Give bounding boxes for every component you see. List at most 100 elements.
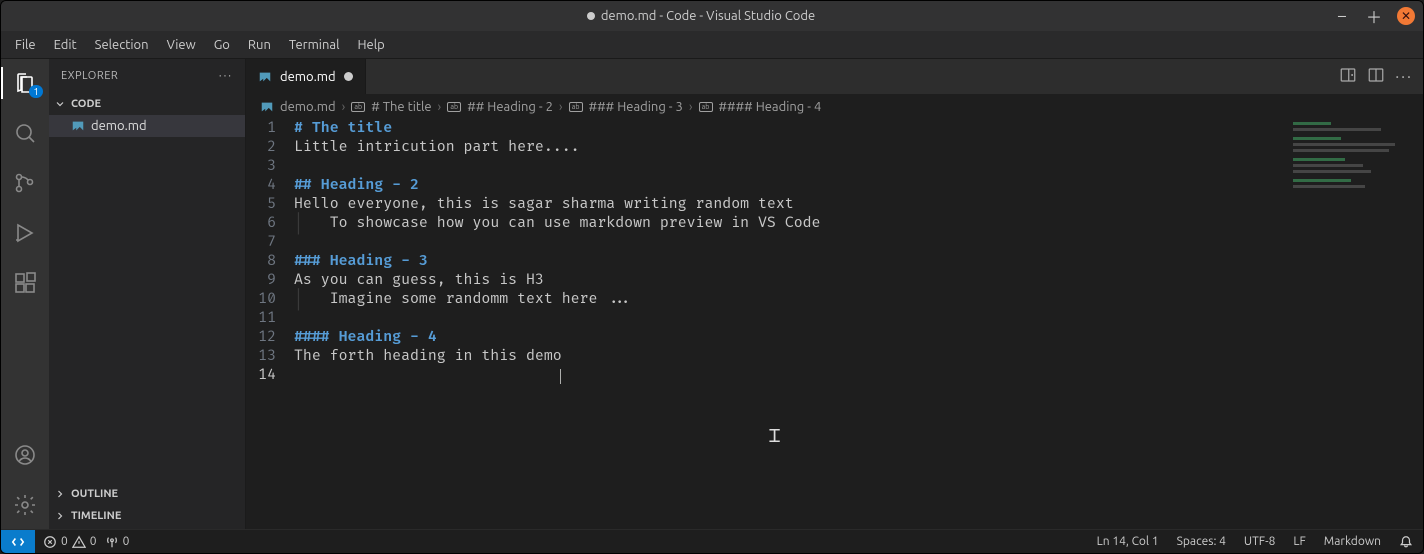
- chevron-right-icon: ›: [438, 100, 442, 114]
- code-line: # The title: [294, 120, 392, 139]
- code-line: To showcase how you can use markdown pre…: [330, 215, 821, 234]
- status-problems[interactable]: 0 0: [43, 535, 97, 549]
- feedback-bell-icon[interactable]: [1399, 535, 1413, 549]
- split-editor-icon[interactable]: [1367, 66, 1385, 88]
- menu-selection[interactable]: Selection: [87, 34, 157, 56]
- menu-file[interactable]: File: [7, 34, 44, 56]
- editor-group: demo.md ··· demo.md › ab # The title › a…: [246, 59, 1423, 529]
- error-icon: [43, 535, 57, 549]
- menu-bar: File Edit Selection View Go Run Terminal…: [1, 31, 1423, 59]
- extensions-icon[interactable]: [1, 265, 49, 301]
- modified-dot-icon: [587, 12, 595, 20]
- line-number: 3: [246, 158, 294, 177]
- window-minimize-button[interactable]: –: [1333, 7, 1351, 25]
- chevron-right-icon: ›: [689, 100, 693, 114]
- code-line: ## Heading - 2: [294, 177, 419, 196]
- code-line: Little intricution part here....: [294, 139, 580, 158]
- line-number: 8: [246, 253, 294, 272]
- warning-icon: [72, 535, 86, 549]
- markdown-file-icon: [258, 70, 272, 84]
- line-number: 13: [246, 348, 294, 367]
- folder-root[interactable]: CODE: [49, 93, 245, 115]
- remote-indicator-icon[interactable]: [1, 530, 35, 553]
- code-line: #### Heading - 4: [294, 329, 437, 348]
- status-warning-count: 0: [90, 535, 97, 548]
- line-number: 2: [246, 139, 294, 158]
- file-name-label: demo.md: [91, 119, 147, 133]
- window-close-button[interactable]: ✕: [1397, 7, 1415, 25]
- code-line: As you can guess, this is H3: [294, 272, 544, 291]
- editor-tab[interactable]: demo.md: [246, 59, 366, 94]
- menu-edit[interactable]: Edit: [46, 34, 85, 56]
- line-number: 14: [246, 367, 294, 386]
- window-maximize-button[interactable]: ＋: [1365, 7, 1383, 25]
- breadcrumb-file[interactable]: demo.md: [280, 100, 336, 114]
- menu-help[interactable]: Help: [349, 34, 392, 56]
- breadcrumb-h2[interactable]: ## Heading - 2: [467, 100, 553, 114]
- menu-view[interactable]: View: [159, 34, 204, 56]
- menu-run[interactable]: Run: [240, 34, 279, 56]
- chevron-right-icon: [53, 509, 67, 523]
- line-number: 7: [246, 234, 294, 253]
- search-icon[interactable]: [1, 115, 49, 151]
- line-number: 6: [246, 215, 294, 234]
- line-number: 12: [246, 329, 294, 348]
- timeline-label: TIMELINE: [71, 510, 121, 522]
- breadcrumb-h1[interactable]: # The title: [371, 100, 431, 114]
- settings-gear-icon[interactable]: [1, 487, 49, 523]
- outline-section[interactable]: OUTLINE: [49, 483, 245, 505]
- source-control-icon[interactable]: [1, 165, 49, 201]
- breadcrumb-h3[interactable]: ### Heading - 3: [589, 100, 683, 114]
- menu-go[interactable]: Go: [206, 34, 238, 56]
- menu-terminal[interactable]: Terminal: [281, 34, 348, 56]
- chevron-right-icon: [53, 487, 67, 501]
- code-line: Hello everyone, this is sagar sharma wri…: [294, 196, 794, 215]
- line-number: 4: [246, 177, 294, 196]
- status-ports[interactable]: 0: [105, 535, 130, 549]
- accounts-icon[interactable]: [1, 437, 49, 473]
- chevron-right-icon: ›: [342, 100, 346, 114]
- line-number: 10: [246, 291, 294, 310]
- radio-tower-icon: [105, 535, 119, 549]
- status-language[interactable]: Markdown: [1324, 535, 1381, 548]
- status-cursor[interactable]: Ln 14, Col 1: [1097, 535, 1159, 548]
- status-encoding[interactable]: UTF-8: [1244, 535, 1275, 548]
- timeline-section[interactable]: TIMELINE: [49, 505, 245, 527]
- explorer-title: EXPLORER: [61, 70, 118, 82]
- minimap[interactable]: [1293, 122, 1403, 182]
- editor-more-icon[interactable]: ···: [1395, 68, 1413, 86]
- symbol-heading-icon: ab: [699, 102, 713, 112]
- chevron-right-icon: ›: [559, 100, 563, 114]
- symbol-heading-icon: ab: [569, 102, 583, 112]
- open-preview-side-icon[interactable]: [1339, 66, 1357, 88]
- line-number: 9: [246, 272, 294, 291]
- status-spaces[interactable]: Spaces: 4: [1177, 535, 1226, 548]
- symbol-heading-icon: ab: [351, 102, 365, 112]
- tab-modified-dot-icon[interactable]: [344, 72, 353, 81]
- code-line: ### Heading - 3: [294, 253, 428, 272]
- status-ports-count: 0: [123, 535, 130, 548]
- line-number: 5: [246, 196, 294, 215]
- file-tree-item[interactable]: demo.md: [49, 115, 245, 137]
- tab-bar: demo.md ···: [246, 59, 1423, 94]
- outline-label: OUTLINE: [71, 488, 118, 500]
- status-error-count: 0: [61, 535, 68, 548]
- explorer-sidebar: EXPLORER ··· CODE demo.md OUTLINE: [49, 59, 246, 529]
- folder-root-label: CODE: [71, 98, 101, 110]
- line-number: 1: [246, 120, 294, 139]
- window-title: demo.md - Code - Visual Studio Code: [601, 9, 815, 23]
- text-cursor-icon: Ꮖ: [769, 425, 781, 448]
- tab-label: demo.md: [280, 70, 336, 84]
- breadcrumb-h4[interactable]: #### Heading - 4: [719, 100, 822, 114]
- explorer-badge: 1: [29, 85, 43, 98]
- status-eol[interactable]: LF: [1293, 535, 1305, 548]
- explorer-more-icon[interactable]: ···: [219, 70, 233, 82]
- code-line: Imagine some randomm text here ...: [330, 291, 633, 310]
- title-bar: demo.md - Code - Visual Studio Code – ＋ …: [1, 1, 1423, 31]
- text-editor[interactable]: 1# The title 2Little intricution part he…: [246, 120, 1423, 529]
- breadcrumbs[interactable]: demo.md › ab # The title › ab ## Heading…: [246, 94, 1423, 120]
- run-debug-icon[interactable]: [1, 215, 49, 251]
- line-number: 11: [246, 310, 294, 329]
- code-line: The forth heading in this demo: [294, 348, 562, 367]
- explorer-icon[interactable]: 1: [1, 65, 49, 101]
